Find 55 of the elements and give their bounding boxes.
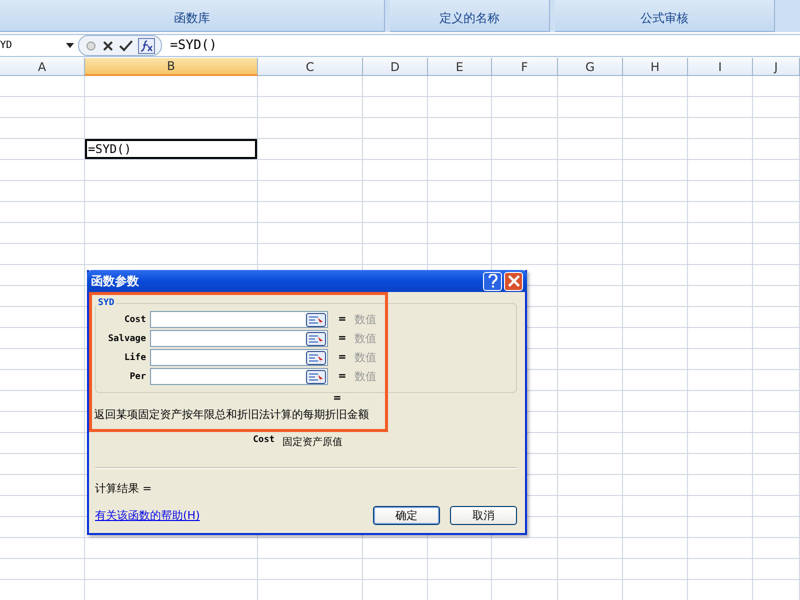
argument-field[interactable]	[150, 368, 328, 385]
help-button[interactable]	[483, 272, 502, 290]
column-header[interactable]: G	[558, 58, 623, 76]
column-header[interactable]: I	[688, 58, 753, 76]
collapse-dialog-icon[interactable]	[306, 370, 326, 384]
argument-label: Per	[128, 372, 147, 382]
equals-sign: =	[338, 333, 346, 344]
name-box[interactable]: YD	[0, 36, 78, 55]
check-icon[interactable]	[119, 40, 133, 52]
argument-type: 数值	[354, 369, 376, 384]
argument-description: 固定资产原值	[282, 436, 343, 449]
cancel-button[interactable]: 取消	[450, 506, 517, 525]
equals-sign: =	[333, 393, 342, 406]
active-cell[interactable]: =SYD()	[85, 139, 257, 159]
ribbon-group-label: 公式审核	[640, 10, 688, 27]
argument-type: 数值	[354, 331, 376, 346]
dialog-title: 函数参数	[91, 272, 139, 290]
ribbon-group-label: 函数库	[174, 10, 210, 27]
column-header[interactable]: J	[753, 58, 800, 76]
close-button[interactable]	[504, 272, 523, 290]
column-header[interactable]: H	[623, 58, 688, 76]
argument-type: 数值	[354, 350, 376, 365]
collapse-dialog-icon[interactable]	[306, 332, 326, 346]
equals-sign: =	[338, 314, 346, 325]
argument-name: Cost	[253, 435, 275, 447]
argument-field[interactable]	[150, 330, 328, 347]
help-link[interactable]: 有关该函数的帮助(H)	[95, 508, 200, 523]
argument-field[interactable]	[150, 349, 328, 366]
column-header[interactable]: E	[428, 58, 492, 76]
argument-type: 数值	[354, 312, 376, 327]
formula-text[interactable]: =SYD()	[170, 38, 217, 53]
column-header[interactable]: A	[0, 58, 85, 76]
ok-button[interactable]: 确定	[373, 506, 440, 525]
insert-function-icon[interactable]	[138, 38, 155, 54]
collapse-dialog-icon[interactable]	[306, 350, 326, 364]
formula-result: 计算结果 =	[95, 481, 153, 496]
column-header[interactable]: C	[258, 58, 363, 76]
ribbon-group-label: 定义的名称	[440, 10, 500, 27]
equals-sign: =	[338, 352, 346, 363]
function-description: 返回某项固定资产按年限总和折旧法计算的每期折旧金额	[94, 407, 370, 423]
function-name: SYD	[97, 298, 116, 308]
argument-field[interactable]	[150, 311, 328, 328]
column-header[interactable]: F	[492, 58, 558, 76]
column-header[interactable]: B	[85, 58, 258, 76]
close-icon	[508, 275, 520, 287]
column-header[interactable]: D	[363, 58, 428, 76]
equals-sign: =	[338, 371, 346, 382]
dropdown-arrow-icon[interactable]	[66, 43, 74, 48]
cancel-icon[interactable]	[102, 40, 114, 52]
question-icon	[488, 274, 498, 288]
circle-icon	[85, 40, 97, 52]
argument-label: Salvage	[107, 334, 147, 344]
collapse-dialog-icon[interactable]	[306, 312, 326, 326]
argument-label: Cost	[123, 314, 147, 324]
argument-label: Life	[123, 352, 147, 362]
